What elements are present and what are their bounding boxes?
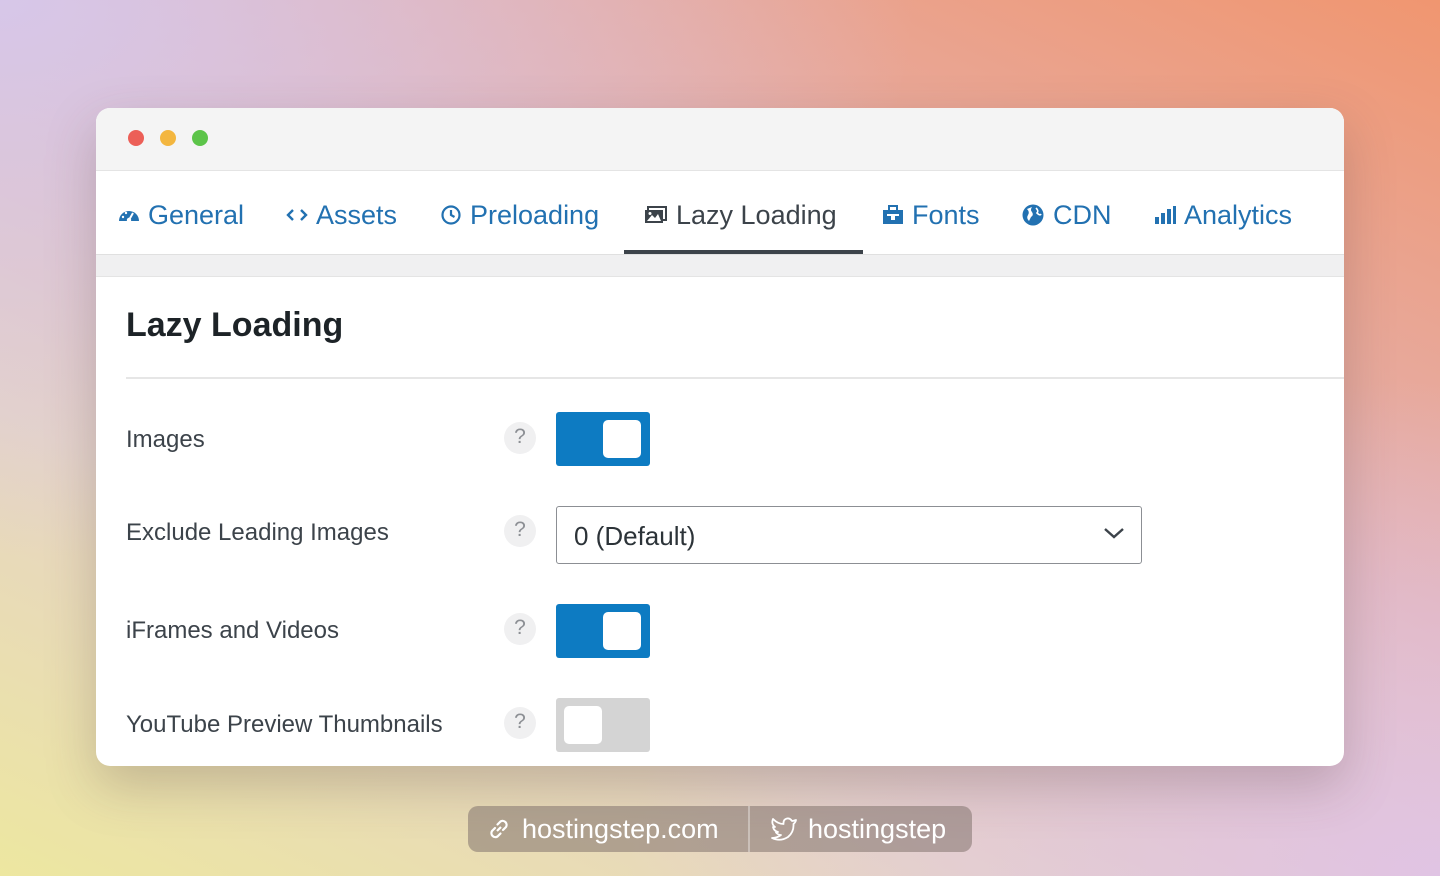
tab-lazy-loading-label: Lazy Loading bbox=[676, 199, 837, 230]
twitter-bird-icon bbox=[771, 817, 797, 841]
bar-chart-icon bbox=[1154, 205, 1176, 225]
active-tab-indicator bbox=[624, 250, 863, 254]
youtube-thumbnails-label: YouTube Preview Thumbnails bbox=[126, 711, 443, 738]
images-label: Images bbox=[126, 426, 205, 453]
code-icon bbox=[286, 207, 308, 223]
credit-pill: hostingstep.com hostingstep bbox=[468, 806, 972, 852]
tab-preloading[interactable]: Preloading bbox=[440, 176, 599, 254]
tab-assets[interactable]: Assets bbox=[286, 176, 397, 254]
section-divider bbox=[126, 377, 1344, 379]
tab-cdn-label: CDN bbox=[1053, 199, 1112, 230]
settings-tab-bar: General Assets Preloading Lazy Loading F… bbox=[96, 176, 1344, 255]
dashboard-icon bbox=[118, 206, 140, 224]
youtube-thumbnails-toggle[interactable] bbox=[556, 698, 650, 752]
website-link[interactable]: hostingstep.com bbox=[486, 806, 719, 852]
briefcase-icon bbox=[882, 205, 904, 225]
tab-cdn[interactable]: CDN bbox=[1021, 176, 1112, 254]
section-title: Lazy Loading bbox=[126, 306, 344, 344]
globe-icon bbox=[1021, 203, 1045, 227]
tab-analytics[interactable]: Analytics bbox=[1154, 176, 1292, 254]
pill-divider bbox=[748, 806, 750, 852]
twitter-handle: hostingstep bbox=[808, 813, 947, 844]
close-window-button[interactable] bbox=[128, 130, 144, 146]
browser-window: General Assets Preloading Lazy Loading F… bbox=[96, 108, 1344, 766]
link-icon bbox=[490, 819, 508, 839]
tab-fonts[interactable]: Fonts bbox=[882, 176, 980, 254]
tab-assets-label: Assets bbox=[316, 199, 398, 230]
window-titlebar bbox=[96, 108, 1344, 171]
toggle-knob bbox=[603, 612, 641, 650]
exclude-leading-images-help-icon[interactable]: ? bbox=[504, 515, 536, 547]
tab-analytics-label: Analytics bbox=[1184, 199, 1293, 230]
tab-lazy-loading[interactable]: Lazy Loading bbox=[644, 176, 837, 254]
tab-fonts-label: Fonts bbox=[912, 199, 980, 230]
image-icon bbox=[644, 206, 668, 224]
minimize-window-button[interactable] bbox=[160, 130, 176, 146]
iframes-videos-toggle[interactable] bbox=[556, 604, 650, 658]
exclude-leading-images-select[interactable]: 0 (Default) bbox=[556, 506, 1142, 564]
iframes-videos-label: iFrames and Videos bbox=[126, 617, 339, 644]
images-toggle[interactable] bbox=[556, 412, 650, 466]
toggle-knob bbox=[564, 706, 602, 744]
toggle-knob bbox=[603, 420, 641, 458]
website-text: hostingstep.com bbox=[522, 813, 719, 844]
images-help-icon[interactable]: ? bbox=[504, 422, 536, 454]
chevron-down-icon bbox=[1103, 526, 1125, 545]
tab-general-label: General bbox=[148, 199, 245, 230]
exclude-leading-images-label: Exclude Leading Images bbox=[126, 519, 389, 546]
clock-icon bbox=[440, 204, 462, 226]
iframes-videos-help-icon[interactable]: ? bbox=[504, 613, 536, 645]
select-value: 0 (Default) bbox=[574, 521, 696, 551]
tab-general[interactable]: General bbox=[118, 176, 244, 254]
youtube-thumbnails-help-icon[interactable]: ? bbox=[504, 707, 536, 739]
twitter-link[interactable]: hostingstep bbox=[770, 806, 946, 852]
maximize-window-button[interactable] bbox=[192, 130, 208, 146]
tab-preloading-label: Preloading bbox=[470, 199, 600, 230]
tab-content-separator bbox=[96, 255, 1344, 277]
